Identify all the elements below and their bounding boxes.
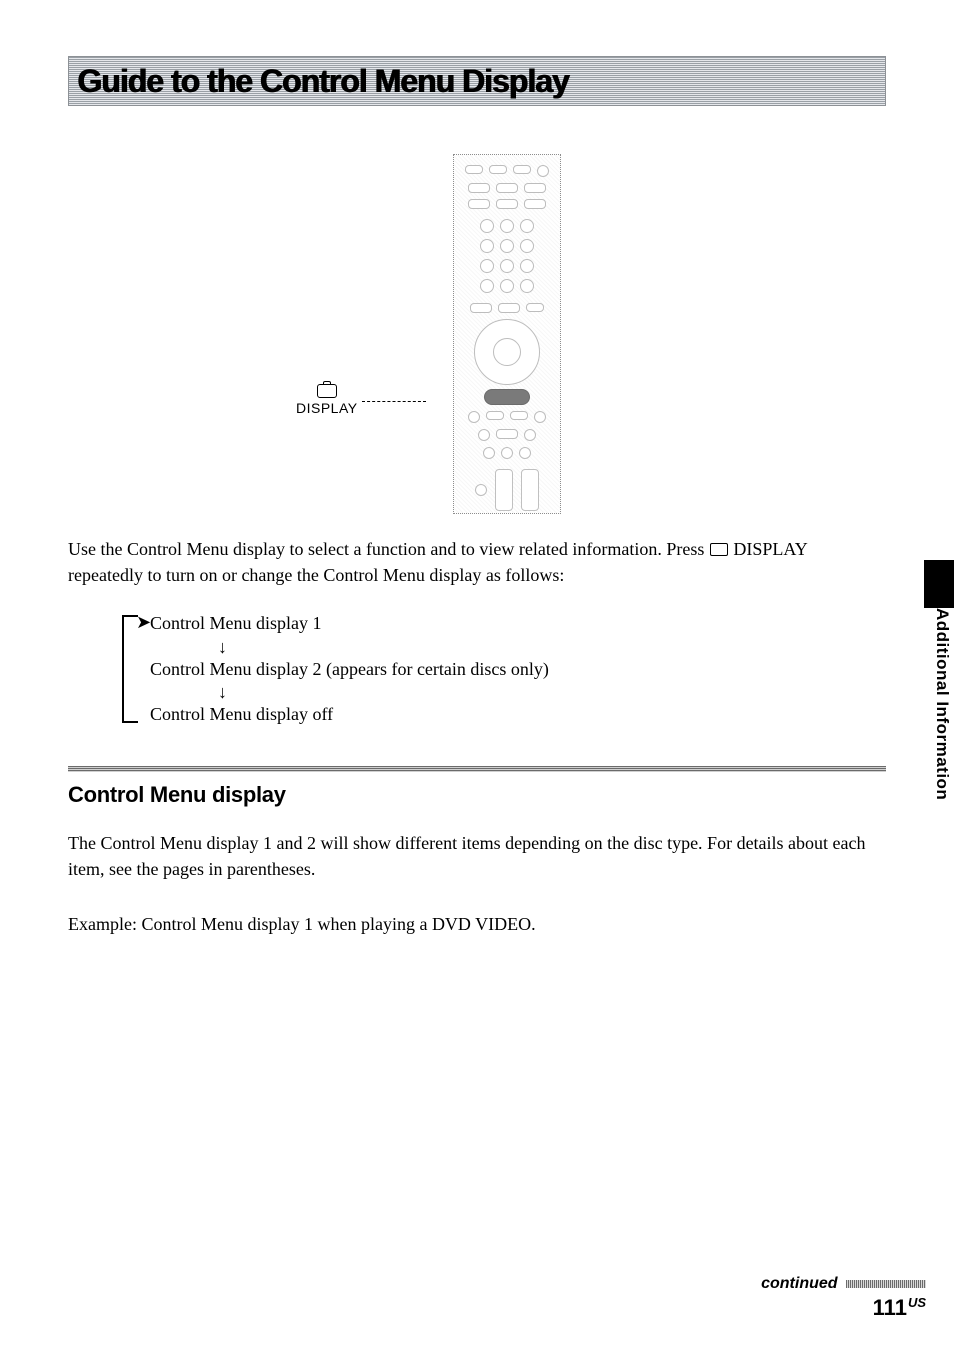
remote-row — [464, 303, 550, 313]
remote-display-row — [464, 389, 550, 405]
remote-button — [496, 429, 518, 439]
enter-button — [493, 338, 521, 366]
remote-button — [526, 303, 544, 312]
flow-item-1: Control Menu display 1 — [150, 612, 886, 635]
remote-numpad-row — [464, 259, 550, 273]
callout-leader-line — [362, 401, 426, 402]
remote-button — [475, 484, 487, 496]
remote-button — [520, 239, 534, 253]
remote-button — [480, 239, 494, 253]
remote-button — [520, 259, 534, 273]
intro-text-a: Use the Control Menu display to select a… — [68, 539, 709, 559]
section-paragraph-1: The Control Menu display 1 and 2 will sh… — [68, 830, 886, 882]
remote-button — [520, 219, 534, 233]
remote-button — [513, 165, 531, 174]
remote-button — [486, 411, 504, 420]
remote-direction-pad — [464, 319, 550, 385]
direction-wheel — [474, 319, 540, 385]
remote-button — [524, 199, 546, 209]
display-callout-label: DISPLAY — [296, 400, 358, 416]
flow-item-2: Control Menu display 2 (appears for cert… — [150, 658, 886, 681]
page-number: 111US — [761, 1295, 926, 1321]
remote-numpad-row — [464, 219, 550, 233]
remote-button — [498, 303, 520, 313]
remote-numpad-row — [464, 239, 550, 253]
remote-button — [468, 183, 490, 193]
display-callout: DISPLAY — [296, 384, 358, 416]
remote-figure: DISPLAY — [68, 154, 886, 514]
remote-top-row — [464, 165, 550, 177]
remote-button — [480, 259, 494, 273]
remote-button — [496, 199, 518, 209]
remote-transport-row — [464, 447, 550, 459]
remote-button — [478, 429, 490, 441]
remote-button — [500, 219, 514, 233]
remote-button — [537, 165, 549, 177]
remote-row — [464, 183, 550, 193]
remote-button — [500, 239, 514, 253]
page-footer: continued 111US — [761, 1275, 926, 1321]
page-number-value: 111 — [873, 1295, 907, 1320]
remote-button — [524, 429, 536, 441]
section-divider — [68, 766, 886, 772]
remote-transport-row — [464, 411, 550, 423]
arrow-right-icon: ➤ — [136, 611, 151, 634]
remote-button — [470, 303, 492, 313]
arrow-down-icon: ↓ — [218, 638, 886, 656]
remote-numpad-row — [464, 279, 550, 293]
continued-rule — [846, 1280, 926, 1288]
remote-button — [520, 279, 534, 293]
section-heading: Control Menu display — [68, 782, 886, 808]
remote-button — [524, 183, 546, 193]
display-button — [484, 389, 530, 405]
page-number-suffix: US — [908, 1295, 926, 1310]
page-title: Guide to the Control Menu Display — [77, 63, 568, 100]
remote-button — [480, 279, 494, 293]
tv-icon — [317, 384, 337, 398]
remote-button — [500, 259, 514, 273]
remote-button — [483, 447, 495, 459]
intro-paragraph: Use the Control Menu display to select a… — [68, 536, 886, 588]
remote-button — [468, 411, 480, 423]
remote-button — [534, 411, 546, 423]
remote-button — [465, 165, 483, 174]
title-banner: Guide to the Control Menu Display — [68, 56, 886, 106]
remote-button — [510, 411, 528, 420]
channel-rocker — [521, 469, 539, 511]
section-tab-label: Additional Information — [932, 608, 952, 800]
page: Guide to the Control Menu Display DISPLA… — [0, 0, 954, 1355]
volume-rocker — [495, 469, 513, 511]
tv-icon — [710, 543, 728, 556]
section-paragraph-2: Example: Control Menu display 1 when pla… — [68, 911, 886, 937]
remote-button — [519, 447, 531, 459]
remote-button — [496, 183, 518, 193]
remote-button — [501, 447, 513, 459]
remote-button — [500, 279, 514, 293]
remote-transport-row — [464, 429, 550, 441]
display-cycle-diagram: ➤ Control Menu display 1 ↓ Control Menu … — [68, 612, 886, 726]
remote-button — [480, 219, 494, 233]
flow-item-3: Control Menu display off — [150, 703, 886, 726]
section-tab-marker — [924, 560, 954, 608]
remote-button — [468, 199, 490, 209]
remote-volume-rockers — [464, 469, 550, 511]
remote-button — [489, 165, 507, 174]
remote-row — [464, 199, 550, 209]
continued-label: continued — [761, 1275, 837, 1293]
remote-illustration — [453, 154, 561, 514]
arrow-down-icon: ↓ — [218, 683, 886, 701]
